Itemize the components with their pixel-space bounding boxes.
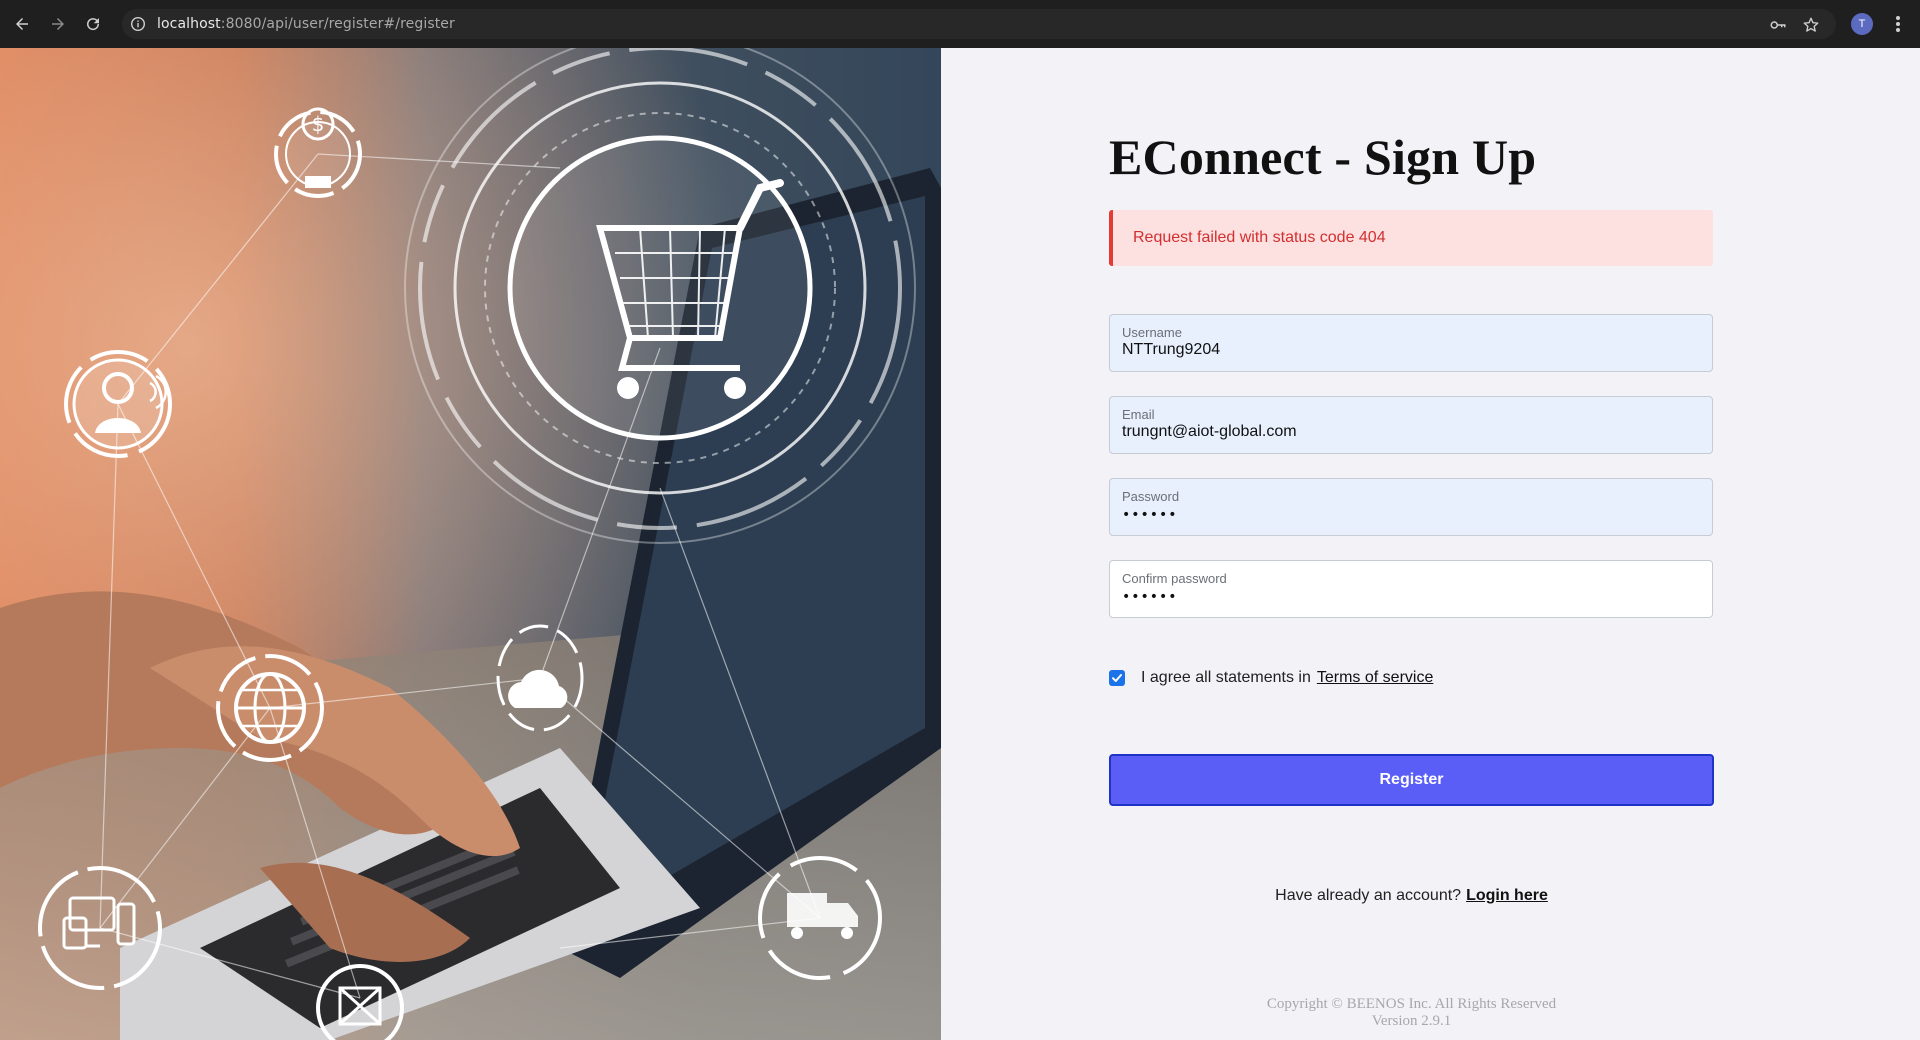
avatar-initial: T (1858, 18, 1866, 30)
reload-icon[interactable] (81, 12, 105, 36)
terms-agreement: I agree all statements in Terms of servi… (1109, 668, 1433, 688)
email-value[interactable]: trungnt@aiot-global.com (1122, 423, 1297, 441)
register-button[interactable]: Register (1109, 754, 1714, 806)
error-alert: Request failed with status code 404 (1109, 210, 1713, 266)
email-field[interactable]: Email trungnt@aiot-global.com (1109, 396, 1713, 454)
signup-panel: EConnect - Sign Up Request failed with s… (941, 48, 1920, 1040)
terms-of-service-link[interactable]: Terms of service (1317, 669, 1433, 687)
password-value[interactable]: •••••• (1122, 507, 1178, 523)
password-label: Password (1122, 489, 1180, 504)
password-field[interactable]: Password •••••• (1109, 478, 1713, 536)
browser-toolbar: localhost:8080/api/user/register#/regist… (0, 0, 1920, 48)
footer: Copyright © BEENOS Inc. All Rights Reser… (1109, 996, 1714, 1030)
key-icon[interactable] (1769, 16, 1787, 34)
svg-text:$: $ (312, 112, 325, 136)
forward-arrow-icon[interactable] (46, 12, 70, 36)
login-here-link[interactable]: Login here (1466, 887, 1548, 904)
hero-image: $ (0, 48, 941, 1040)
email-label: Email (1122, 407, 1155, 422)
address-bar[interactable]: localhost:8080/api/user/register#/regist… (122, 9, 1836, 39)
profile-avatar[interactable]: T (1851, 13, 1873, 35)
info-icon[interactable] (130, 16, 146, 32)
username-value[interactable]: NTTrung9204 (1122, 341, 1220, 359)
login-prompt-text: Have already an account? (1275, 887, 1462, 904)
error-alert-text: Request failed with status code 404 (1133, 229, 1386, 246)
username-field[interactable]: Username NTTrung9204 (1109, 314, 1713, 372)
copyright-text: Copyright © BEENOS Inc. All Rights Reser… (1266, 996, 1557, 1012)
login-prompt-row: Have already an account? Login here (1109, 887, 1714, 905)
page-title: EConnect - Sign Up (1109, 129, 1537, 185)
url-text[interactable]: localhost:8080/api/user/register#/regist… (157, 9, 455, 39)
username-label: Username (1122, 325, 1182, 340)
url-path: :8080/api/user/register#/register (220, 16, 455, 32)
checkmark-icon (1112, 674, 1122, 682)
more-menu-icon[interactable] (1890, 12, 1906, 36)
confirm-password-label: Confirm password (1122, 571, 1227, 586)
version-text: Version 2.9.1 (1371, 1013, 1452, 1029)
back-arrow-icon[interactable] (10, 12, 34, 36)
confirm-password-field[interactable]: Confirm password •••••• (1109, 560, 1713, 618)
url-host: localhost (157, 16, 221, 32)
terms-checkbox[interactable] (1109, 670, 1125, 686)
terms-text: I agree all statements in (1141, 669, 1311, 686)
star-icon[interactable] (1802, 16, 1820, 34)
confirm-password-value[interactable]: •••••• (1122, 589, 1178, 605)
